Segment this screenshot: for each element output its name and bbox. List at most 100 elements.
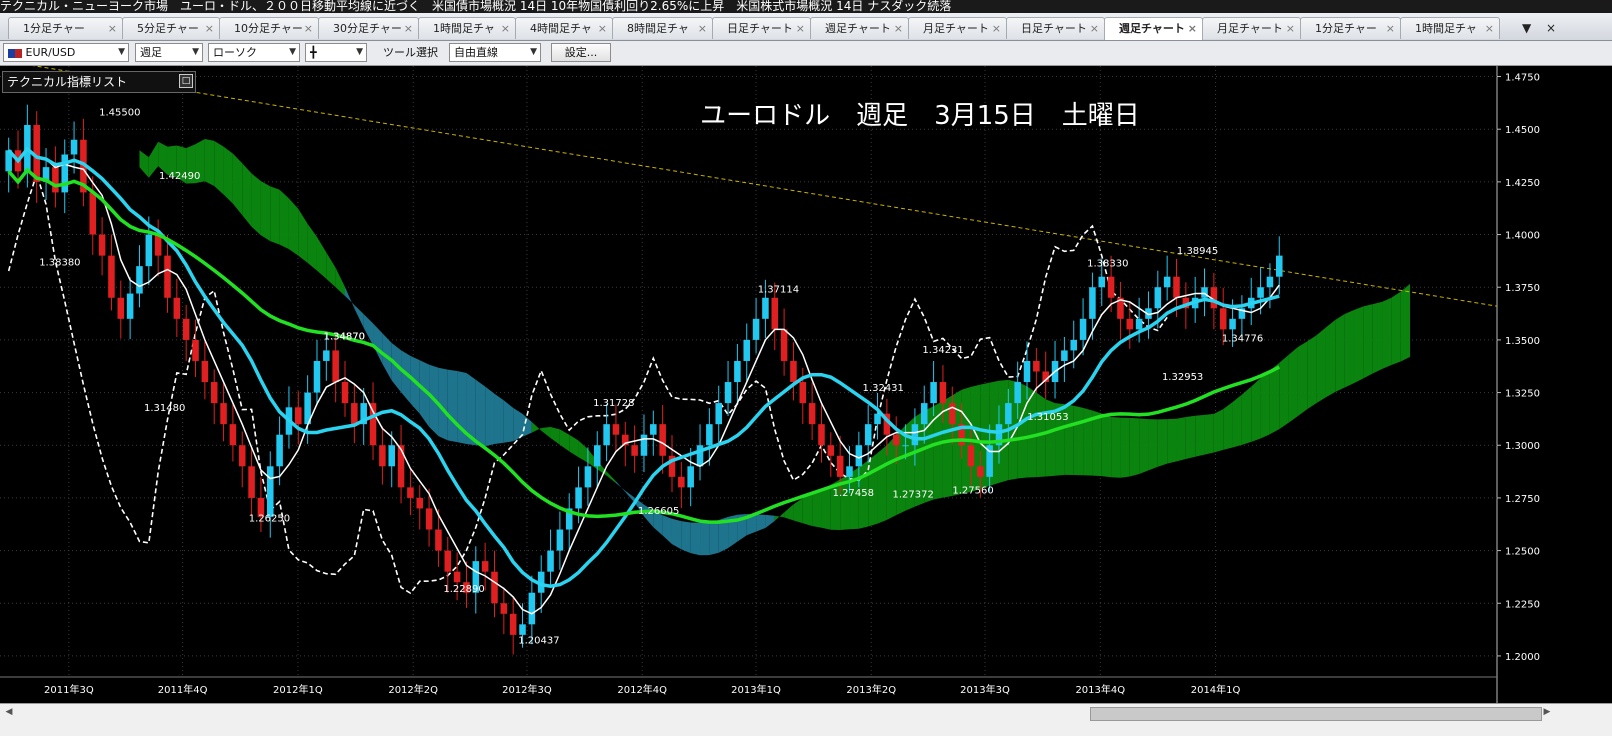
candle-body [939, 382, 947, 404]
close-icon[interactable]: × [501, 18, 510, 39]
tab-menu-icon[interactable]: ▼ [1522, 17, 1531, 39]
ichimoku-cloud-segment [1269, 362, 1280, 435]
ichimoku-cloud-segment [812, 489, 822, 528]
close-icon[interactable]: × [894, 18, 903, 39]
ichimoku-cloud-segment [1316, 327, 1326, 404]
candle-body [1154, 287, 1162, 309]
price-annotation-label: 1.45500 [99, 108, 140, 119]
tab-chart[interactable]: 日足チャート × [712, 17, 811, 39]
ichimoku-cloud-segment [1400, 283, 1411, 362]
indicator-list-label: テクニカル指標リスト [7, 75, 128, 89]
tool-select[interactable]: 自由直線 ▼ [449, 43, 541, 62]
close-icon[interactable]: × [1188, 18, 1197, 40]
price-annotation-label: 1.27372 [892, 490, 933, 501]
tab-chart[interactable]: 月足チャート × [908, 17, 1007, 39]
ichimoku-cloud-segment [1092, 410, 1102, 477]
ichimoku-cloud-segment [270, 186, 280, 245]
symbol-select[interactable]: EUR/USD ▼ [3, 43, 129, 62]
tab-chart[interactable]: 4時間足チャ × [515, 17, 613, 39]
close-icon[interactable]: × [992, 18, 1001, 39]
close-icon[interactable]: × [1386, 18, 1395, 39]
candle-body [864, 424, 872, 446]
close-icon[interactable]: × [404, 18, 413, 39]
ichimoku-cloud-segment [1213, 409, 1224, 453]
candle-body [734, 360, 741, 383]
tab-chart[interactable]: 1分足チャー × [1300, 17, 1401, 39]
close-icon[interactable]: × [598, 18, 607, 39]
candle-body [388, 445, 395, 467]
close-icon[interactable]: × [1286, 18, 1295, 39]
chart-type-select[interactable]: ローソク ▼ [208, 43, 300, 62]
close-icon[interactable]: × [205, 18, 214, 39]
news-ticker: テクニカル・ニューヨーク市場 ユーロ・ドル、２００日移動平均線に近づく 米国債市… [0, 0, 1612, 13]
close-icon[interactable]: × [108, 18, 117, 39]
close-icon[interactable]: □ [179, 74, 193, 88]
time-tick-label: 2012年4Q [617, 683, 667, 696]
tab-chart[interactable]: 週足チャート × [1104, 17, 1203, 40]
candle-body [678, 476, 685, 488]
close-icon[interactable]: × [1485, 18, 1494, 39]
ichimoku-cloud-segment [1354, 306, 1364, 384]
candle-body [799, 382, 807, 404]
time-tick-label: 2013年3Q [960, 683, 1010, 696]
tab-chart[interactable]: 30分足チャー × [318, 17, 419, 39]
price-annotation-label: 1.26250 [249, 513, 290, 524]
close-icon[interactable]: × [1090, 18, 1099, 39]
ichimoku-cloud-segment [1223, 402, 1233, 450]
scrollbar-thumb[interactable] [1090, 707, 1542, 721]
scroll-left-icon[interactable]: ◀ [2, 706, 16, 719]
line-style-select[interactable]: ╋ ▼ [305, 43, 367, 62]
candle-body [575, 487, 582, 509]
ichimoku-cloud-segment [1335, 314, 1345, 392]
candle-body [874, 413, 881, 425]
chart-scrollbar[interactable]: ◀ ▶ [0, 703, 1612, 736]
ichimoku-cloud-segment [1372, 301, 1383, 374]
ichimoku-cloud-segment [1251, 378, 1261, 442]
chevron-down-icon: ▼ [118, 47, 125, 57]
ichimoku-cloud-segment [475, 379, 486, 447]
tab-chart[interactable]: 8時間足チャ × [612, 17, 713, 39]
tab-chart[interactable]: 1時間足チャ × [1400, 17, 1500, 39]
tab-chart[interactable]: 週足チャート × [810, 17, 909, 39]
close-icon[interactable]: × [304, 18, 313, 39]
candle-body [379, 445, 386, 467]
tab-chart[interactable]: 1分足チャー × [8, 17, 123, 39]
tool-select-value: 自由直線 [454, 46, 498, 59]
close-icon[interactable]: × [1546, 17, 1556, 39]
candle-body [89, 192, 97, 235]
candle-body [780, 329, 788, 361]
price-annotation-label: 1.38330 [1087, 259, 1128, 270]
tab-chart[interactable]: 日足チャート × [1006, 17, 1105, 39]
flag-icon [8, 48, 22, 58]
settings-button[interactable]: 設定... [551, 43, 611, 62]
tab-chart[interactable]: 10分足チャー × [219, 17, 319, 39]
candle-body [1107, 276, 1115, 298]
candle-body [425, 508, 433, 530]
price-tick-label: 1.3750 [1505, 283, 1540, 294]
chart-title: ユーロドル 週足 3月15日 土曜日 [700, 101, 1140, 131]
price-annotation-label: 1.38945 [1177, 246, 1218, 257]
price-tick-label: 1.2750 [1505, 494, 1540, 505]
ichimoku-cloud-segment [494, 393, 504, 445]
candle-body [836, 455, 844, 477]
close-icon[interactable]: × [698, 18, 707, 39]
scroll-right-icon[interactable]: ▶ [1540, 706, 1554, 719]
candle-body [332, 350, 339, 383]
tab-label: 4時間足チャ [530, 22, 592, 35]
period-select[interactable]: 週足 ▼ [135, 43, 203, 62]
tab-chart[interactable]: 1時間足チャ × [418, 17, 516, 39]
ichimoku-cloud-segment [503, 400, 514, 443]
ichimoku-cloud-segment [877, 445, 887, 524]
candle-body [481, 561, 489, 572]
candle-body [706, 424, 713, 446]
indicator-list-panel[interactable]: テクニカル指標リスト □ [2, 71, 196, 93]
ichimoku-cloud-segment [690, 522, 701, 556]
tab-chart[interactable]: 5分足チャー × [122, 17, 220, 39]
ichimoku-cloud-segment [709, 519, 719, 556]
price-chart[interactable]: 1.4750 1.4500 1.4250 1.4000 1.3750 1.3500 1.32… [0, 66, 1612, 703]
candle-body [687, 466, 694, 488]
time-tick-label: 2012年1Q [273, 683, 323, 696]
candle-body [210, 382, 218, 404]
close-icon[interactable]: × [796, 18, 805, 39]
tab-chart[interactable]: 月足チャート × [1202, 17, 1301, 39]
